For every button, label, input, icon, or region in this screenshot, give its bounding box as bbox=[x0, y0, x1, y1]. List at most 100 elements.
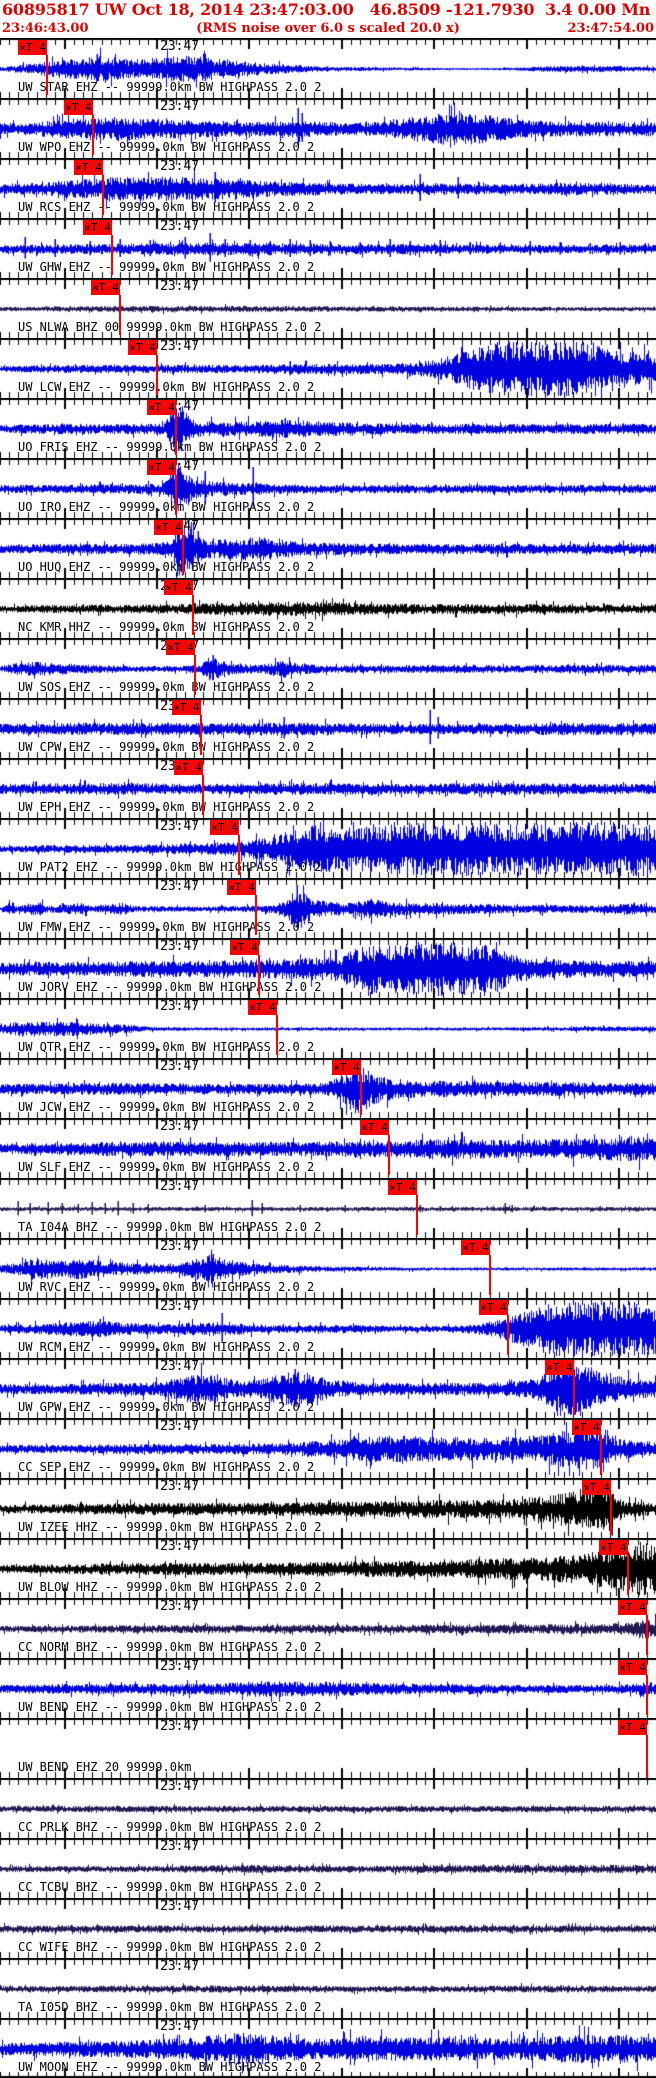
window-end-time: 23:47:54.00 bbox=[567, 21, 655, 36]
pick-flag[interactable]: ×T 4 bbox=[230, 940, 259, 955]
trace-row-rcm: 23:47 UW RCM EHZ -- 99999.0km BW HIGHPASS… bbox=[0, 1298, 656, 1358]
pick-time-line bbox=[610, 1495, 612, 1535]
pick-flag[interactable]: ×T 4 bbox=[618, 1600, 647, 1615]
pick-flag[interactable]: ×T 4 bbox=[210, 820, 239, 835]
pick-time-line bbox=[111, 235, 113, 275]
pick-flag[interactable]: ×T 4 bbox=[164, 580, 193, 595]
station-label: UW FMW EHZ -- 99999.0km BW HIGHPASS 2.0 … bbox=[18, 920, 315, 934]
station-label: UW JCW EHZ -- 99999.0km BW HIGHPASS 2.0 … bbox=[18, 1100, 315, 1114]
trace-row-qtr: 23:47 UW QTR EHZ -- 99999.0km BW HIGHPASS… bbox=[0, 998, 656, 1058]
trace-row-gpw: 23:47 UW GPW EHZ -- 99999.0km BW HIGHPASS… bbox=[0, 1358, 656, 1418]
pick-flag[interactable]: ×T 4 bbox=[618, 1720, 647, 1735]
pick-flag[interactable]: ×T 4 bbox=[332, 1060, 361, 1075]
pick-time-line bbox=[416, 1195, 418, 1235]
pick-flag[interactable]: ×T 4 bbox=[582, 1480, 611, 1495]
station-label: UW PAT2 EHZ -- 99999.0km BW HIGHPASS 2.0… bbox=[18, 860, 322, 874]
pick-flag[interactable]: ×T 4 bbox=[618, 1660, 647, 1675]
pick-flag[interactable]: ×T 4 bbox=[74, 160, 103, 175]
pick-time-line bbox=[258, 955, 260, 995]
station-label: UW BEND EHZ 20 99999.0km bbox=[18, 1760, 192, 1774]
trace-row-kmr: 23:47NC KMR HHZ -- 99999.0km BW HIGHPASS… bbox=[0, 578, 656, 638]
time-tick-label: 23:47 bbox=[160, 1119, 200, 1134]
trace-row-slf: 23:47 UW SLF EHZ -- 99999.0km BW HIGHPASS… bbox=[0, 1118, 656, 1178]
pick-time-line bbox=[200, 715, 202, 755]
pick-flag[interactable]: ×T 4 bbox=[83, 220, 112, 235]
trace-row-nlwa: 23:47 US NLWA BHZ 00 99999.0km BW HIGHPAS… bbox=[0, 278, 656, 338]
station-label: UW GPW EHZ -- 99999.0km BW HIGHPASS 2.0 … bbox=[18, 1400, 315, 1414]
pick-time-line bbox=[646, 1735, 648, 1778]
station-label: CC WIFE BHZ -- 99999.0km BW HIGHPASS 2.0… bbox=[18, 1940, 322, 1954]
time-tick-label: 23:47 bbox=[160, 1599, 200, 1614]
time-tick-label: 23:47 bbox=[160, 1479, 200, 1494]
pick-flag[interactable]: ×T 4 bbox=[545, 1360, 574, 1375]
trace-row-sep: 23:47 CC SEP EHZ -- 99999.0km BW HIGHPASS… bbox=[0, 1418, 656, 1478]
pick-time-line bbox=[182, 535, 184, 575]
trace-row-rcs: 23:47 UW RCS EHZ -- 99999.0km BW HIGHPASS… bbox=[0, 158, 656, 218]
pick-time-line bbox=[360, 1075, 362, 1115]
station-label: US NLWA BHZ 00 99999.0km BW HIGHPASS 2.0… bbox=[18, 320, 322, 334]
trace-row-wpo: 23:47 UW WPO EHZ -- 99999.0km BW HIGHPASS… bbox=[0, 98, 656, 158]
pick-time-line bbox=[276, 1015, 278, 1055]
trace-row-huq: 23:47UO HUQ EHZ -- 99999.0km BW HIGHPASS… bbox=[0, 518, 656, 578]
pick-flag[interactable]: ×T 4 bbox=[128, 340, 157, 355]
pick-flag[interactable]: ×T 4 bbox=[18, 40, 47, 55]
station-label: UW SOS EHZ -- 99999.0km BW HIGHPASS 2.0 … bbox=[18, 680, 315, 694]
station-label: UW LCW EHZ -- 99999.0km BW HIGHPASS 2.0 … bbox=[18, 380, 315, 394]
time-tick-label: 23:47 bbox=[160, 879, 200, 894]
pick-time-line bbox=[646, 1615, 648, 1655]
station-label: TA I05D BHZ -- 99999.0km BW HIGHPASS 2.0… bbox=[18, 2000, 322, 2014]
pick-flag[interactable]: ×T 4 bbox=[154, 520, 183, 535]
time-window-bar: 23:46:43.00 (RMS noise over 6.0 s scaled… bbox=[0, 20, 656, 37]
time-tick-label: 23:47 bbox=[160, 1779, 200, 1794]
time-tick-label: 23:47 bbox=[160, 39, 200, 54]
pick-flag[interactable]: ×T 4 bbox=[91, 280, 120, 295]
seismic-waveform-review-window: { "header": { "title": "60895817 UW Oct … bbox=[0, 0, 656, 2078]
station-label: CC PRLK BHZ -- 99999.0km BW HIGHPASS 2.0… bbox=[18, 1820, 322, 1834]
trace-row-izee: 23:47 UW IZEE HHZ -- 99999.0km BW HIGHPAS… bbox=[0, 1478, 656, 1538]
trace-row-eph: 23:47UW EPH EHZ -- 99999.0km BW HIGHPASS… bbox=[0, 758, 656, 818]
pick-flag[interactable]: ×T 4 bbox=[147, 400, 176, 415]
pick-flag[interactable]: ×T 4 bbox=[64, 100, 93, 115]
station-label: UW RCM EHZ -- 99999.0km BW HIGHPASS 2.0 … bbox=[18, 1340, 315, 1354]
event-header: 60895817 UW Oct 18, 2014 23:47:03.00 46.… bbox=[0, 0, 656, 38]
pick-time-line bbox=[627, 1555, 629, 1595]
pick-flag[interactable]: ×T 4 bbox=[174, 760, 203, 775]
pick-flag[interactable]: ×T 4 bbox=[599, 1540, 628, 1555]
station-label: UW IZEE HHZ -- 99999.0km BW HIGHPASS 2.0… bbox=[18, 1520, 322, 1534]
pick-time-line bbox=[489, 1255, 491, 1295]
station-label: UW CPW EHZ -- 99999.0km BW HIGHPASS 2.0 … bbox=[18, 740, 315, 754]
station-label: NC KMR HHZ -- 99999.0km BW HIGHPASS 2.0 … bbox=[18, 620, 315, 634]
time-tick-label: 23:47 bbox=[160, 2019, 200, 2034]
pick-flag[interactable]: ×T 4 bbox=[461, 1240, 490, 1255]
trace-row-jcw: 23:47 UW JCW EHZ -- 99999.0km BW HIGHPASS… bbox=[0, 1058, 656, 1118]
pick-flag[interactable]: ×T 4 bbox=[360, 1120, 389, 1135]
time-tick-label: 23:47 bbox=[160, 1179, 200, 1194]
pick-flag[interactable]: ×T 4 bbox=[388, 1180, 417, 1195]
trace-row-bend-20: 23:47 UW BEND EHZ 20 99999.0km ×T 4 bbox=[0, 1718, 656, 1778]
pick-flag[interactable]: ×T 4 bbox=[172, 700, 201, 715]
station-label: UW RVC EHZ -- 99999.0km BW HIGHPASS 2.0 … bbox=[18, 1280, 315, 1294]
pick-time-line bbox=[573, 1375, 575, 1415]
station-label: UW GHW EHZ -- 99999.0km BW HIGHPASS 2.0 … bbox=[18, 260, 315, 274]
time-tick-label: 23:47 bbox=[160, 219, 200, 234]
pick-flag[interactable]: ×T 4 bbox=[147, 460, 176, 475]
pick-flag[interactable]: ×T 4 bbox=[166, 640, 195, 655]
station-label: UW QTR EHZ -- 99999.0km BW HIGHPASS 2.0 … bbox=[18, 1040, 315, 1054]
pick-time-line bbox=[46, 55, 48, 95]
pick-flag[interactable]: ×T 4 bbox=[248, 1000, 277, 1015]
trace-row-fris: 23:47 UO FRIS EHZ -- 99999.0km BW HIGHPAS… bbox=[0, 398, 656, 458]
pick-flag[interactable]: ×T 4 bbox=[479, 1300, 508, 1315]
pick-time-line bbox=[194, 655, 196, 695]
pick-time-line bbox=[388, 1135, 390, 1175]
station-label: UW WPO EHZ -- 99999.0km BW HIGHPASS 2.0 … bbox=[18, 140, 315, 154]
trace-row-tcbu: 23:47 CC TCBU BHZ -- 99999.0km BW HIGHPAS… bbox=[0, 1838, 656, 1898]
pick-time-line bbox=[92, 115, 94, 155]
window-start-time: 23:46:43.00 bbox=[2, 21, 89, 36]
trace-row-lcw: 23:47 UW LCW EHZ -- 99999.0km BW HIGHPASS… bbox=[0, 338, 656, 398]
pick-flag[interactable]: ×T 4 bbox=[572, 1420, 601, 1435]
time-tick-label: 23:47 bbox=[160, 819, 200, 834]
trace-row-wife: 23:47 CC WIFE BHZ -- 99999.0km BW HIGHPAS… bbox=[0, 1898, 656, 1958]
pick-flag[interactable]: ×T 4 bbox=[227, 880, 256, 895]
time-tick-label: 23:47 bbox=[160, 1659, 200, 1674]
trace-row-norm: 23:47 CC NORM BHZ -- 99999.0km BW HIGHPAS… bbox=[0, 1598, 656, 1658]
